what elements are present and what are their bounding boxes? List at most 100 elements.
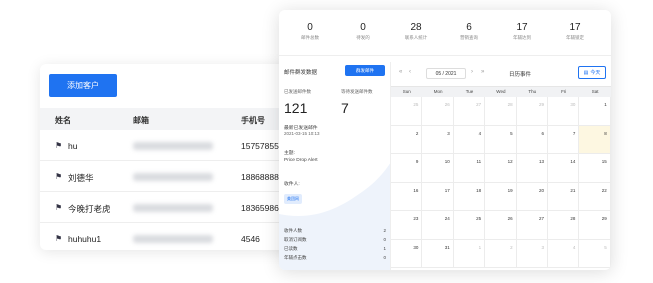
customer-phone: 4546 — [241, 234, 260, 244]
day-number: 2 — [415, 130, 419, 136]
calendar-day[interactable]: 4 — [548, 239, 580, 268]
calendar-day[interactable]: 20 — [516, 182, 548, 211]
day-number: 29 — [601, 216, 607, 221]
calendar-day[interactable]: 28 — [548, 211, 580, 240]
recipient-tag: 美团网 — [284, 194, 302, 204]
calendar-day[interactable]: 24 — [422, 211, 454, 240]
weekday-header: Fri — [548, 87, 580, 97]
calendar-day[interactable]: 8 — [579, 125, 611, 154]
calendar-day[interactable]: 5 — [485, 125, 517, 154]
stat-item: 17 年辅锁定 — [547, 22, 603, 41]
calendar-day[interactable]: 17 — [422, 182, 454, 211]
month-picker[interactable]: 05 / 2021 — [426, 68, 466, 79]
counter-label: 收件人数 — [284, 228, 302, 233]
calendar-day[interactable]: 5 — [579, 239, 611, 268]
customer-phone: 18868888 — [241, 172, 279, 182]
calendar-day[interactable]: 6 — [516, 125, 548, 154]
day-number: 3 — [541, 244, 544, 250]
day-number: 10 — [444, 159, 450, 164]
calendar: « ‹ 05 / 2021 › » 日历事件 ▤ 今天 Sun Mon Tue Wed T… — [391, 62, 611, 270]
calendar-day[interactable]: 11 — [453, 154, 486, 183]
calendar-day[interactable]: 12 — [485, 154, 517, 183]
calendar-day[interactable]: 19 — [485, 182, 517, 211]
day-number: 30 — [570, 102, 576, 107]
bulk-send-button[interactable]: 群发邮件 — [345, 65, 385, 76]
calendar-day[interactable]: 2 — [391, 125, 423, 154]
calendar-grid: Sun Mon Tue Wed Thu Fri Sat 25 26 27 28 29 30 1 2 3 4 5 6 7… — [391, 86, 611, 270]
customer-phone: 18365986 — [241, 203, 279, 213]
calendar-day[interactable]: 26 — [422, 97, 454, 126]
next-month-icon[interactable]: › — [471, 69, 473, 75]
calendar-day[interactable]: 15 — [579, 154, 611, 183]
column-header-email: 邮箱 — [133, 116, 149, 125]
counter-row: 取消订阅数 0 — [284, 237, 386, 243]
calendar-day[interactable]: 30 — [391, 239, 423, 268]
day-number: 9 — [415, 159, 419, 164]
calendar-nav: « ‹ 05 / 2021 › » 日历事件 ▤ 今天 — [391, 62, 611, 86]
calendar-day[interactable]: 29 — [579, 211, 611, 240]
prev-year-icon[interactable]: « — [399, 69, 402, 75]
add-customer-button[interactable]: 添加客户 — [49, 74, 117, 97]
stat-item: 17 年辅达到 — [494, 22, 550, 41]
calendar-day[interactable]: 1 — [579, 97, 611, 126]
day-number: 31 — [444, 244, 450, 250]
calendar-day[interactable]: 18 — [453, 182, 486, 211]
day-number: 6 — [541, 130, 544, 136]
stat-value: 0 — [360, 22, 366, 33]
day-number: 26 — [444, 102, 450, 107]
counter-row: 已读数 1 — [284, 246, 386, 252]
calendar-day[interactable]: 10 — [422, 154, 454, 183]
weekday-header: Sat — [579, 87, 611, 97]
calendar-day[interactable]: 27 — [453, 97, 486, 126]
calendar-day[interactable]: 26 — [485, 211, 517, 240]
calendar-day[interactable]: 7 — [548, 125, 580, 154]
day-number: 8 — [604, 130, 607, 136]
calendar-day[interactable]: 9 — [391, 154, 423, 183]
day-number: 4 — [478, 130, 482, 136]
flag-icon: ⚑ — [55, 203, 63, 212]
calendar-day[interactable]: 23 — [391, 211, 423, 240]
day-number: 23 — [413, 216, 419, 221]
next-year-icon[interactable]: » — [481, 69, 484, 75]
calendar-day[interactable]: 1 — [453, 239, 486, 268]
calendar-day[interactable]: 2 — [485, 239, 517, 268]
calendar-day[interactable]: 27 — [516, 211, 548, 240]
day-number: 25 — [413, 102, 419, 107]
calendar-day[interactable]: 4 — [453, 125, 486, 154]
calendar-day[interactable]: 3 — [516, 239, 548, 268]
day-number: 17 — [444, 187, 450, 193]
calendar-day[interactable]: 22 — [579, 182, 611, 211]
customer-name: 刘德华 — [68, 173, 94, 183]
calendar-day[interactable]: 16 — [391, 182, 423, 211]
calendar-day[interactable]: 31 — [422, 239, 454, 268]
stat-value: 0 — [307, 22, 313, 33]
calendar-day[interactable]: 30 — [548, 97, 580, 126]
stat-value: 17 — [516, 22, 528, 33]
day-number: 14 — [570, 159, 576, 164]
calendar-title: 日历事件 — [509, 72, 532, 78]
day-number: 22 — [601, 187, 607, 193]
calendar-day[interactable]: 3 — [422, 125, 454, 154]
today-button[interactable]: ▤ 今天 — [578, 66, 606, 79]
day-number: 2 — [510, 244, 513, 250]
calendar-day[interactable]: 25 — [453, 211, 486, 240]
day-number: 5 — [604, 244, 607, 250]
calendar-day[interactable]: 28 — [485, 97, 517, 126]
email-redacted — [133, 142, 213, 150]
counter-row: 收件人数 2 — [284, 228, 386, 234]
stat-label: 联系人统计 — [404, 35, 428, 40]
day-number: 27 — [538, 216, 544, 221]
calendar-day[interactable]: 29 — [516, 97, 548, 126]
calendar-day[interactable]: 25 — [391, 97, 423, 126]
stat-label: 年辅锁定 — [566, 35, 584, 40]
day-number: 5 — [510, 130, 513, 136]
stat-item: 0 邮件总数 — [282, 22, 338, 41]
weekday-header: Tue — [453, 87, 486, 97]
stat-value: 6 — [466, 22, 472, 33]
prev-month-icon[interactable]: ‹ — [409, 69, 411, 75]
day-number: 13 — [538, 159, 544, 164]
calendar-day[interactable]: 21 — [548, 182, 580, 211]
calendar-day[interactable]: 13 — [516, 154, 548, 183]
counter-value: 0 — [383, 237, 386, 242]
calendar-day[interactable]: 14 — [548, 154, 580, 183]
